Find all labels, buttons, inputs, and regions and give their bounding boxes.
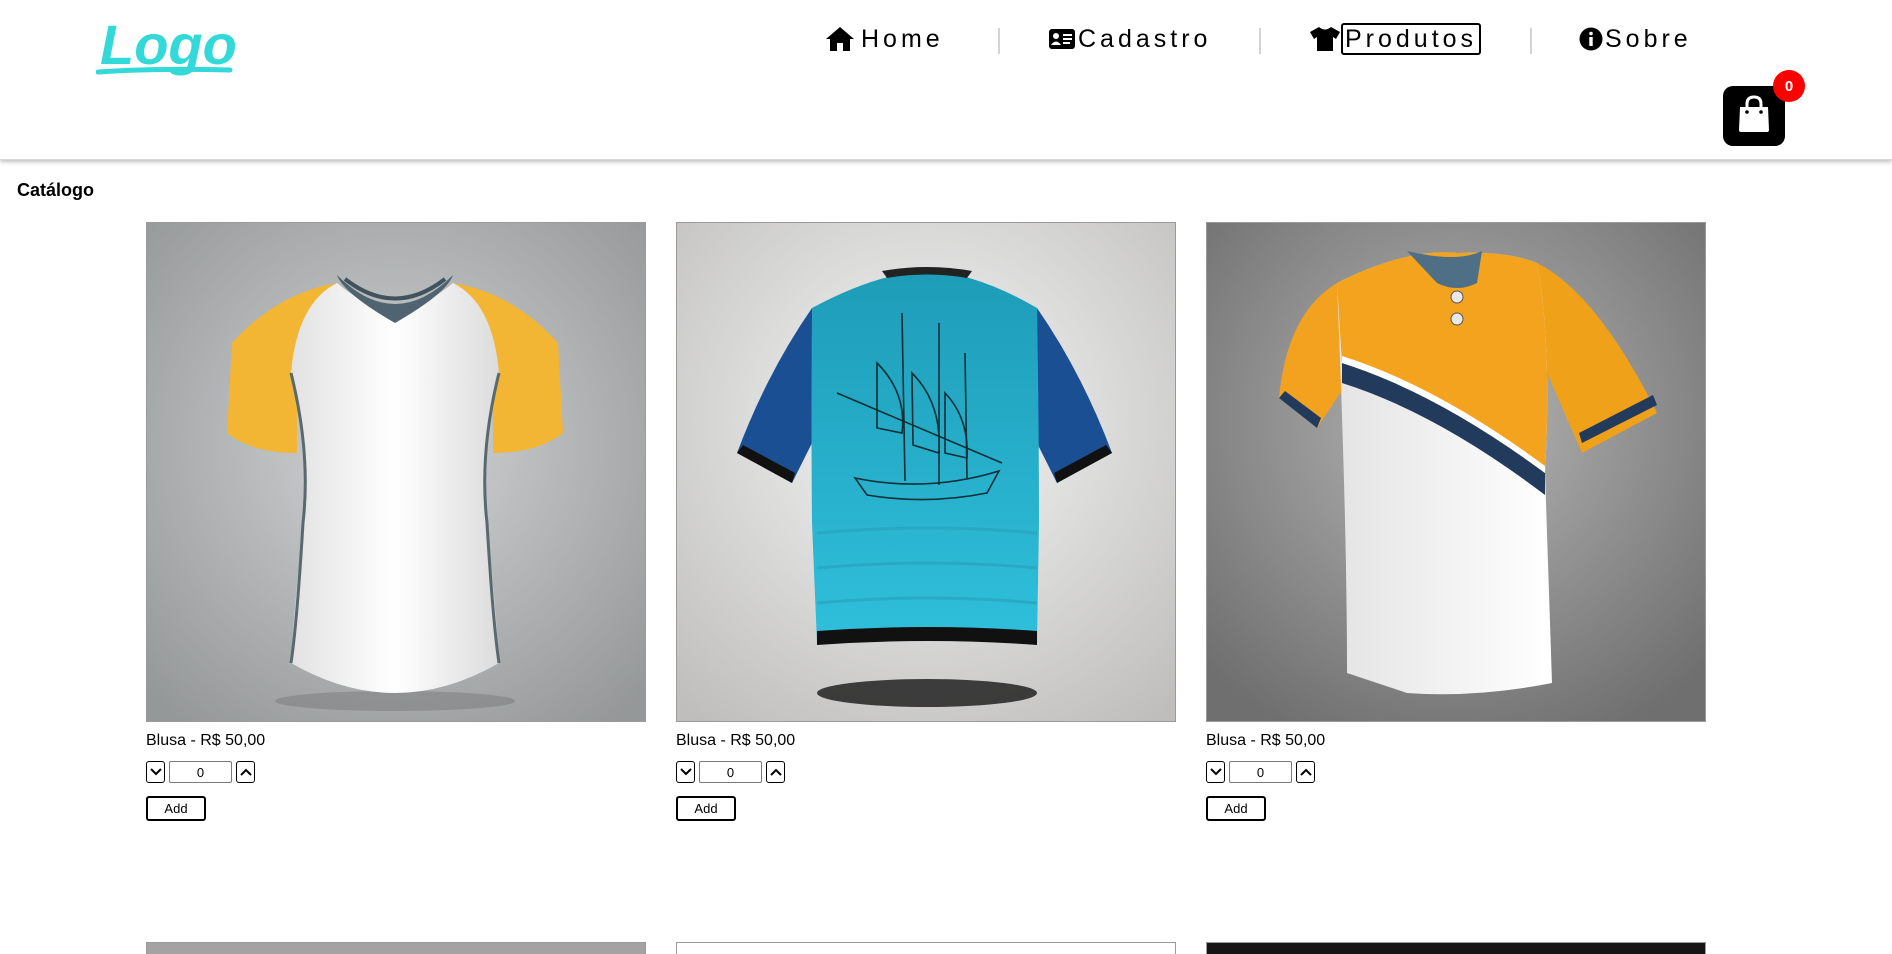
quantity-input[interactable] bbox=[1229, 761, 1292, 783]
shopping-bag-icon bbox=[1736, 94, 1772, 138]
nav-produtos-label: Produtos bbox=[1341, 23, 1482, 55]
product-image-partial[interactable] bbox=[676, 942, 1176, 954]
quantity-input[interactable] bbox=[699, 761, 762, 783]
add-to-cart-button[interactable]: Add bbox=[146, 796, 206, 821]
nav-divider bbox=[1259, 28, 1261, 54]
catalog-title: Catálogo bbox=[17, 180, 95, 200]
product-caption: Blusa - R$ 50,00 bbox=[1206, 732, 1326, 749]
chevron-down-icon bbox=[679, 763, 692, 781]
quantity-stepper bbox=[1206, 760, 1706, 784]
chevron-up-icon bbox=[769, 763, 782, 781]
logo[interactable]: Logo bbox=[95, 12, 237, 92]
chevron-up-icon bbox=[1299, 763, 1312, 781]
product-caption: Blusa - R$ 50,00 bbox=[146, 732, 266, 749]
info-icon bbox=[1579, 27, 1603, 51]
decrease-button[interactable] bbox=[146, 761, 165, 783]
home-icon bbox=[825, 26, 855, 52]
product-image-partial[interactable] bbox=[146, 942, 646, 954]
quantity-stepper bbox=[146, 760, 646, 784]
quantity-input[interactable] bbox=[169, 761, 232, 783]
nav-divider bbox=[1530, 28, 1532, 54]
product-image[interactable] bbox=[1206, 222, 1706, 722]
nav-cadastro-label: Cadastro bbox=[1078, 24, 1212, 53]
nav-produtos[interactable]: Produtos bbox=[1309, 22, 1482, 56]
add-to-cart-button[interactable]: Add bbox=[676, 796, 736, 821]
logo-text: Logo bbox=[100, 13, 236, 76]
decrease-button[interactable] bbox=[1206, 761, 1225, 783]
product-image-partial[interactable] bbox=[1206, 942, 1706, 954]
nav-home[interactable]: Home bbox=[825, 22, 944, 56]
site-header: Logo Home Cadastro Produtos Sobre 0 bbox=[0, 0, 1892, 160]
nav-home-label: Home bbox=[861, 24, 944, 53]
tshirt-icon bbox=[1309, 26, 1341, 52]
nav-cadastro[interactable]: Cadastro bbox=[1048, 22, 1211, 56]
chevron-down-icon bbox=[1209, 763, 1222, 781]
cart-count-badge: 0 bbox=[1773, 70, 1805, 102]
product-image[interactable] bbox=[146, 222, 646, 722]
add-to-cart-button[interactable]: Add bbox=[1206, 796, 1266, 821]
product-card: Blusa - R$ 50,00 Add bbox=[1206, 222, 1706, 821]
chevron-up-icon bbox=[239, 763, 252, 781]
quantity-stepper bbox=[676, 760, 1176, 784]
increase-button[interactable] bbox=[236, 761, 255, 783]
chevron-down-icon bbox=[149, 763, 162, 781]
product-caption: Blusa - R$ 50,00 bbox=[676, 732, 796, 749]
decrease-button[interactable] bbox=[676, 761, 695, 783]
product-card: Blusa - R$ 50,00 Add bbox=[146, 222, 646, 821]
product-image[interactable] bbox=[676, 222, 1176, 722]
nav-sobre[interactable]: Sobre bbox=[1579, 22, 1692, 56]
increase-button[interactable] bbox=[766, 761, 785, 783]
nav-divider bbox=[998, 28, 1000, 54]
id-card-icon bbox=[1048, 28, 1076, 50]
nav-sobre-label: Sobre bbox=[1605, 24, 1692, 53]
increase-button[interactable] bbox=[1296, 761, 1315, 783]
product-card: Blusa - R$ 50,00 Add bbox=[676, 222, 1176, 821]
